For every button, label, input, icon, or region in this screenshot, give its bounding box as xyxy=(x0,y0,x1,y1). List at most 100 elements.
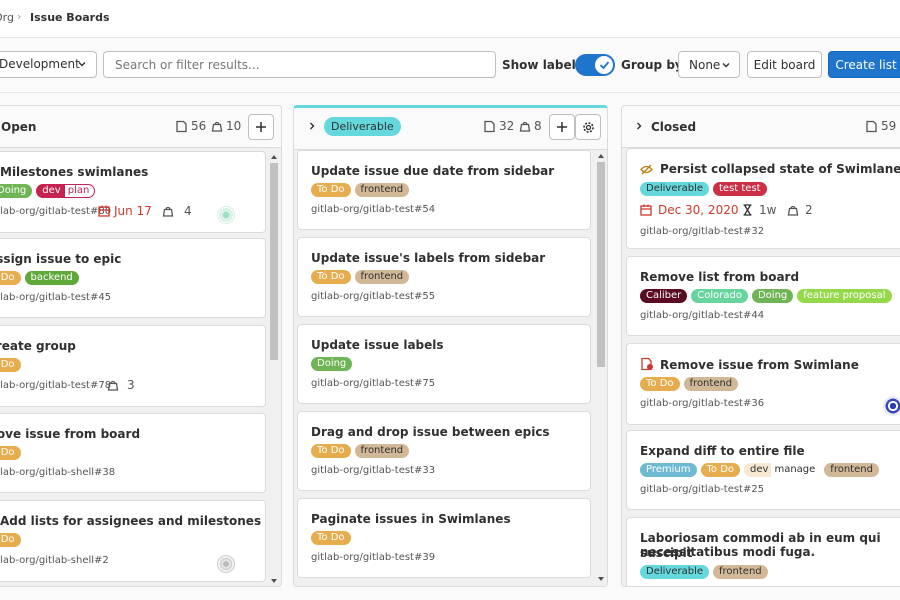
issue-title-line-2[interactable]: necessitatibus modi fuga. xyxy=(640,545,815,560)
issue-card[interactable]: Persist collapsed state of Swimlanes Del… xyxy=(626,148,900,249)
edit-board-button[interactable]: Edit board xyxy=(747,51,822,78)
issue-reference[interactable]: gitlab-org/gitlab-shell#38 xyxy=(0,467,115,478)
show-labels-toggle[interactable] xyxy=(575,54,615,76)
issue-reference[interactable]: gitlab-org/gitlab-shell#2 xyxy=(0,555,109,566)
issue-title[interactable]: Milestones swimlanes xyxy=(0,165,148,180)
issue-card[interactable]: Update issue labels Doing gitlab-org/git… xyxy=(297,324,591,404)
label-feature-proposal[interactable]: feature proposal xyxy=(797,289,892,303)
issue-title[interactable]: Assign issue to epic xyxy=(0,252,121,267)
issue-title[interactable]: Update issue due date from sidebar xyxy=(311,164,554,179)
issue-reference[interactable]: gitlab-org/gitlab-test#80 xyxy=(0,206,111,217)
label-deliverable[interactable]: Deliverable xyxy=(640,182,709,196)
issue-reference[interactable]: gitlab-org/gitlab-test#39 xyxy=(311,552,435,563)
label-to-do[interactable]: To Do xyxy=(311,270,351,284)
issue-card[interactable]: Milestones swimlanes Doing dev plan gitl… xyxy=(0,151,266,233)
label-to-do[interactable]: To Do xyxy=(311,444,351,458)
assignee-avatar[interactable] xyxy=(883,396,900,416)
label-caliber[interactable]: Caliber xyxy=(640,289,688,303)
label-to-do[interactable]: To Do xyxy=(0,358,21,372)
issue-card[interactable]: Remove issue from board To Do gitlab-org… xyxy=(0,413,266,493)
scroll-up-icon[interactable] xyxy=(269,153,279,161)
scroll-down-icon[interactable] xyxy=(269,577,279,585)
label-to-do[interactable]: To Do xyxy=(700,463,741,477)
scroll-thumb[interactable] xyxy=(270,163,278,360)
board-selector-label: Development xyxy=(0,57,80,71)
label-frontend[interactable]: frontend xyxy=(354,270,410,284)
label-frontend[interactable]: frontend xyxy=(683,377,739,391)
label-backend[interactable]: backend xyxy=(24,271,79,285)
label-frontend[interactable]: frontend xyxy=(824,463,879,477)
label-frontend[interactable]: frontend xyxy=(354,444,410,458)
label-test-test[interactable]: test test xyxy=(713,182,767,196)
issue-card[interactable]: Assign issue to epic To Do backend gitla… xyxy=(0,238,266,318)
list-scrollbar[interactable] xyxy=(596,151,606,585)
issue-title[interactable]: Update issue's labels from sidebar xyxy=(311,251,545,266)
issue-title[interactable]: Expand diff to entire file xyxy=(640,444,805,459)
label-to-do[interactable]: To Do xyxy=(311,183,351,197)
issue-reference[interactable]: gitlab-org/gitlab-test#44 xyxy=(640,310,764,321)
search-input[interactable]: Search or filter results... xyxy=(103,51,496,78)
issue-card[interactable]: Expand diff to entire file Premium To Do… xyxy=(626,430,900,510)
issue-reference[interactable]: gitlab-org/gitlab-test#55 xyxy=(311,291,435,302)
issue-title[interactable]: Remove issue from board xyxy=(0,427,140,442)
issue-reference[interactable]: gitlab-org/gitlab-test#45 xyxy=(0,292,111,303)
label-to-do[interactable]: To Do xyxy=(0,533,21,547)
chevron-right-icon[interactable] xyxy=(634,121,644,131)
scroll-thumb[interactable] xyxy=(597,162,605,367)
label-doing[interactable]: Doing xyxy=(751,289,794,303)
issue-card[interactable]: Update issue's labels from sidebar To Do… xyxy=(297,237,591,317)
issue-reference[interactable]: gitlab-org/gitlab-test#33 xyxy=(311,465,435,476)
issue-reference[interactable]: gitlab-org/gitlab-test#36 xyxy=(640,398,764,409)
assignee-avatar[interactable] xyxy=(217,206,235,224)
board-selector[interactable]: Development xyxy=(0,51,97,78)
label-frontend[interactable]: frontend xyxy=(354,183,410,197)
breadcrumb-current[interactable]: Issue Boards xyxy=(30,11,110,24)
issue-title[interactable]: Create group xyxy=(0,339,76,354)
create-list-button[interactable]: Create list xyxy=(828,51,900,78)
label-frontend[interactable]: frontend xyxy=(713,565,768,579)
issue-title[interactable]: Remove list from board xyxy=(640,270,799,285)
issue-title[interactable]: Persist collapsed state of Swimlanes xyxy=(660,162,900,177)
issue-card[interactable]: Add lists for assignees and milestones T… xyxy=(0,500,266,582)
label-to-do[interactable]: To Do xyxy=(0,271,21,285)
issue-reference[interactable]: gitlab-org/gitlab-test#78 xyxy=(0,380,111,391)
list-scrollbar[interactable] xyxy=(269,152,279,586)
label-doing[interactable]: Doing xyxy=(311,357,353,371)
label-to-do[interactable]: To Do xyxy=(311,531,351,545)
breadcrumb-org[interactable]: Org xyxy=(0,11,14,24)
issue-title[interactable]: Remove issue from Swimlane xyxy=(660,358,859,373)
issue-title[interactable]: Paginate issues in Swimlanes xyxy=(311,512,511,527)
issue-card[interactable]: Remove issue from Swimlane To Do fronten… xyxy=(626,343,900,425)
issue-title[interactable]: Add lists for assignees and milestones xyxy=(0,514,261,529)
label-doing[interactable]: Doing xyxy=(0,184,33,198)
issue-title[interactable]: Update issue labels xyxy=(311,338,444,353)
list-label-title[interactable]: Deliverable xyxy=(324,117,401,136)
issue-card[interactable]: Drag and drop issue between epics To Do … xyxy=(297,411,591,491)
issue-card[interactable]: Laboriosam commodi ab in eum qui suscipi… xyxy=(626,517,900,586)
new-issue-button[interactable] xyxy=(549,114,575,140)
label-deliverable[interactable]: Deliverable xyxy=(640,565,709,579)
label-to-do[interactable]: To Do xyxy=(0,446,21,460)
label-premium[interactable]: Premium xyxy=(640,463,697,477)
issue-reference[interactable]: gitlab-org/gitlab-test#75 xyxy=(311,378,435,389)
label-scoped-dev-manage[interactable]: dev manage xyxy=(744,463,821,477)
weight-icon xyxy=(107,380,119,391)
issue-card[interactable]: Create group To Do gitlab-org/gitlab-tes… xyxy=(0,325,266,407)
chevron-right-icon[interactable] xyxy=(307,121,317,131)
issue-card[interactable]: Update issue due date from sidebar To Do… xyxy=(297,150,591,230)
group-by-dropdown[interactable]: None xyxy=(678,51,740,78)
new-issue-button[interactable] xyxy=(248,114,274,140)
issue-reference[interactable]: gitlab-org/gitlab-test#54 xyxy=(311,204,435,215)
label-scoped-dev-plan[interactable]: dev plan xyxy=(36,184,96,198)
issue-reference[interactable]: gitlab-org/gitlab-test#25 xyxy=(640,484,764,495)
scroll-down-icon[interactable] xyxy=(596,575,606,583)
scroll-up-icon[interactable] xyxy=(596,152,606,160)
issue-title[interactable]: Drag and drop issue between epics xyxy=(311,425,550,440)
assignee-avatar[interactable] xyxy=(217,555,235,573)
label-to-do[interactable]: To Do xyxy=(640,377,680,391)
issue-card[interactable]: Remove list from board Caliber Colorado … xyxy=(626,256,900,336)
label-colorado[interactable]: Colorado xyxy=(691,289,748,303)
list-settings-button[interactable] xyxy=(575,114,601,140)
issue-reference[interactable]: gitlab-org/gitlab-test#32 xyxy=(640,226,764,237)
issue-card[interactable]: Paginate issues in Swimlanes To Do gitla… xyxy=(297,498,591,578)
